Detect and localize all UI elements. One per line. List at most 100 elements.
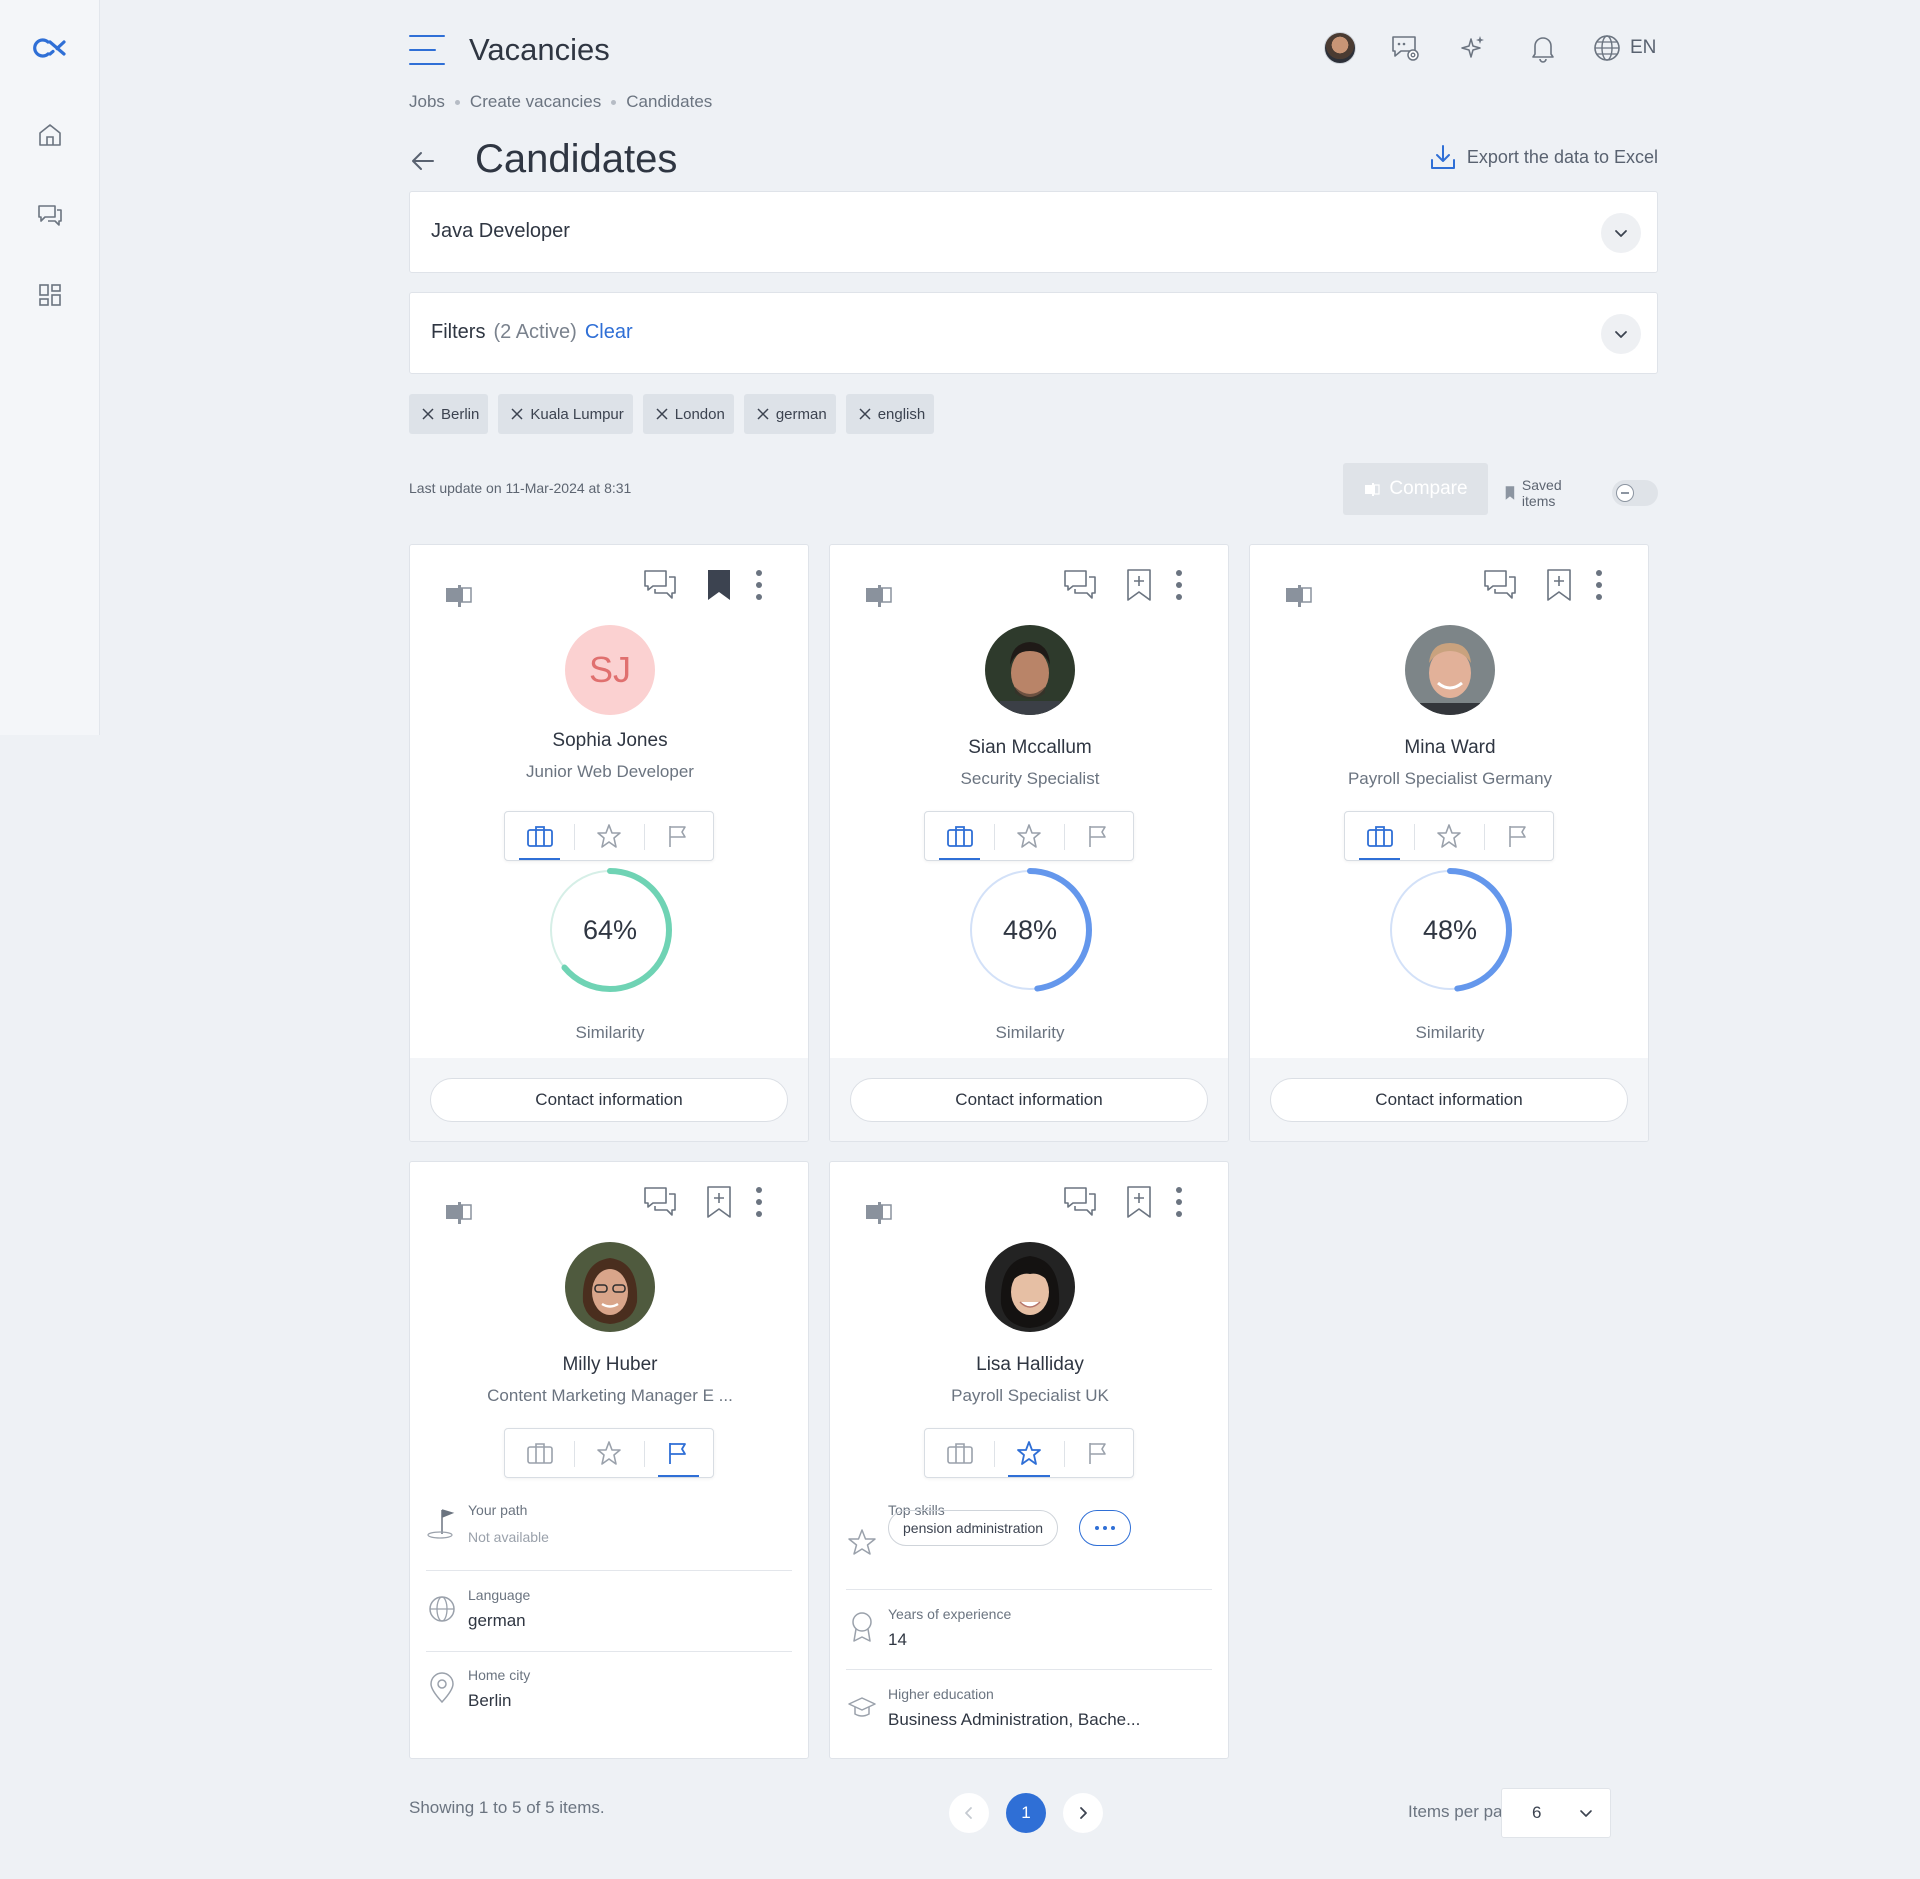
bookmark-filled-icon[interactable] [703, 567, 735, 603]
language-selector[interactable]: EN [1592, 32, 1656, 64]
close-icon[interactable] [421, 407, 435, 421]
items-per-page-select[interactable]: 6 [1501, 1788, 1611, 1838]
close-icon[interactable] [858, 407, 872, 421]
chevron-down-icon[interactable] [1601, 213, 1641, 253]
path-value: Not available [468, 1529, 549, 1545]
more-vertical-icon[interactable] [750, 567, 768, 603]
language-code: EN [1630, 37, 1657, 58]
chat-settings-icon[interactable] [1389, 32, 1421, 64]
contact-information-button[interactable]: Contact information [850, 1078, 1208, 1122]
filter-chip[interactable]: London [642, 394, 734, 434]
filter-chip[interactable]: german [743, 394, 836, 434]
card-tabs [504, 811, 714, 861]
prev-page-button[interactable] [949, 1793, 989, 1833]
compare-icon[interactable] [443, 1196, 475, 1228]
next-page-button[interactable] [1063, 1793, 1103, 1833]
skill-pill[interactable]: pension administration [888, 1510, 1059, 1546]
top-bar: Vacancies EN [409, 28, 1658, 72]
close-icon[interactable] [756, 407, 770, 421]
more-vertical-icon[interactable] [1170, 1184, 1188, 1220]
page-button[interactable]: 1 [1006, 1793, 1046, 1833]
hamburger-menu-icon[interactable] [409, 34, 445, 66]
filter-chip-label: London [674, 405, 725, 423]
compare-icon[interactable] [863, 1196, 895, 1228]
filters-clear-link[interactable]: Clear [585, 321, 633, 343]
briefcase-icon [526, 1443, 553, 1464]
tab-skills[interactable] [994, 1429, 1063, 1477]
chat-icon[interactable] [1062, 567, 1098, 603]
chevron-right-icon [1080, 1807, 1087, 1819]
saved-items-toggle[interactable] [1612, 480, 1658, 506]
filter-chip[interactable]: Kuala Lumpur [498, 394, 633, 434]
vacancy-select[interactable]: Java Developer [409, 191, 1658, 273]
card-footer: Contact information [830, 1058, 1228, 1141]
tab-skills[interactable] [574, 812, 643, 860]
compare-button[interactable]: Compare [1343, 463, 1488, 515]
more-vertical-icon[interactable] [1590, 567, 1608, 603]
experience-value: 14 [888, 1630, 907, 1649]
close-icon[interactable] [655, 407, 669, 421]
tab-path[interactable] [643, 812, 713, 860]
items-per-page-value: 6 [1532, 1803, 1542, 1822]
tab-job[interactable] [505, 812, 574, 860]
tab-path[interactable] [1063, 1429, 1133, 1477]
dashboard-icon[interactable] [35, 280, 65, 310]
contact-information-button[interactable]: Contact information [430, 1078, 788, 1122]
breadcrumb-jobs[interactable]: Jobs [409, 92, 445, 112]
award-icon [846, 1608, 878, 1644]
flag-icon [1089, 826, 1107, 847]
tab-skills[interactable] [1414, 812, 1483, 860]
location-pin-icon [426, 1669, 458, 1705]
more-vertical-icon[interactable] [750, 1184, 768, 1220]
tab-path[interactable] [1483, 812, 1553, 860]
tab-path[interactable] [1063, 812, 1133, 860]
similarity-value: 48% [1002, 914, 1058, 945]
saved-items-label: Saved items [1521, 477, 1562, 509]
page-header: Candidates Export the data to Excel [409, 135, 1658, 185]
more-skills-button[interactable] [1079, 1510, 1131, 1546]
bell-icon[interactable] [1527, 32, 1559, 64]
breadcrumb-create-vacancies[interactable]: Create vacancies [470, 92, 601, 112]
candidate-title: Junior Web Developer [526, 762, 694, 781]
filters-panel[interactable]: Filters (2 Active) Clear [409, 292, 1658, 374]
contact-information-button[interactable]: Contact information [1270, 1078, 1628, 1122]
compare-icon[interactable] [443, 579, 475, 611]
chat-icon[interactable] [642, 1184, 678, 1220]
card-tabs [924, 1428, 1134, 1478]
filter-chip[interactable]: Berlin [409, 394, 489, 434]
bookmark-add-icon[interactable] [1543, 567, 1575, 603]
tab-job[interactable] [925, 812, 994, 860]
ai-sparkle-icon[interactable] [1457, 32, 1489, 64]
compare-icon [1365, 483, 1381, 496]
chevron-down-icon[interactable] [1601, 314, 1641, 354]
back-arrow-icon[interactable] [409, 147, 437, 175]
compare-icon[interactable] [863, 579, 895, 611]
chat-icon[interactable] [1062, 1184, 1098, 1220]
bookmark-add-icon[interactable] [1123, 567, 1155, 603]
close-icon[interactable] [510, 407, 524, 421]
cx-logo[interactable] [32, 33, 70, 63]
more-vertical-icon[interactable] [1170, 567, 1188, 603]
graduation-cap-icon [846, 1688, 878, 1724]
tab-path[interactable] [643, 1429, 713, 1477]
globe-icon [1594, 35, 1620, 61]
filter-chip[interactable]: english [845, 394, 935, 434]
vacancy-select-value: Java Developer [431, 220, 570, 242]
user-avatar[interactable] [1324, 32, 1356, 64]
filter-chips: Berlin Kuala Lumpur London german englis… [409, 394, 935, 434]
tab-job[interactable] [505, 1429, 574, 1477]
export-excel-button[interactable]: Export the data to Excel [1429, 143, 1658, 171]
bookmark-add-icon[interactable] [1123, 1184, 1155, 1220]
home-icon[interactable] [35, 120, 65, 150]
language-label: Language [468, 1587, 531, 1603]
chat-icon[interactable] [642, 567, 678, 603]
tab-skills[interactable] [994, 812, 1063, 860]
chat-icon[interactable] [1482, 567, 1518, 603]
tab-job[interactable] [925, 1429, 994, 1477]
chat-icon[interactable] [35, 200, 65, 230]
tab-job[interactable] [1345, 812, 1414, 860]
compare-icon[interactable] [1283, 579, 1315, 611]
similarity-label: Similarity [995, 1023, 1065, 1042]
tab-skills[interactable] [574, 1429, 643, 1477]
bookmark-add-icon[interactable] [703, 1184, 735, 1220]
